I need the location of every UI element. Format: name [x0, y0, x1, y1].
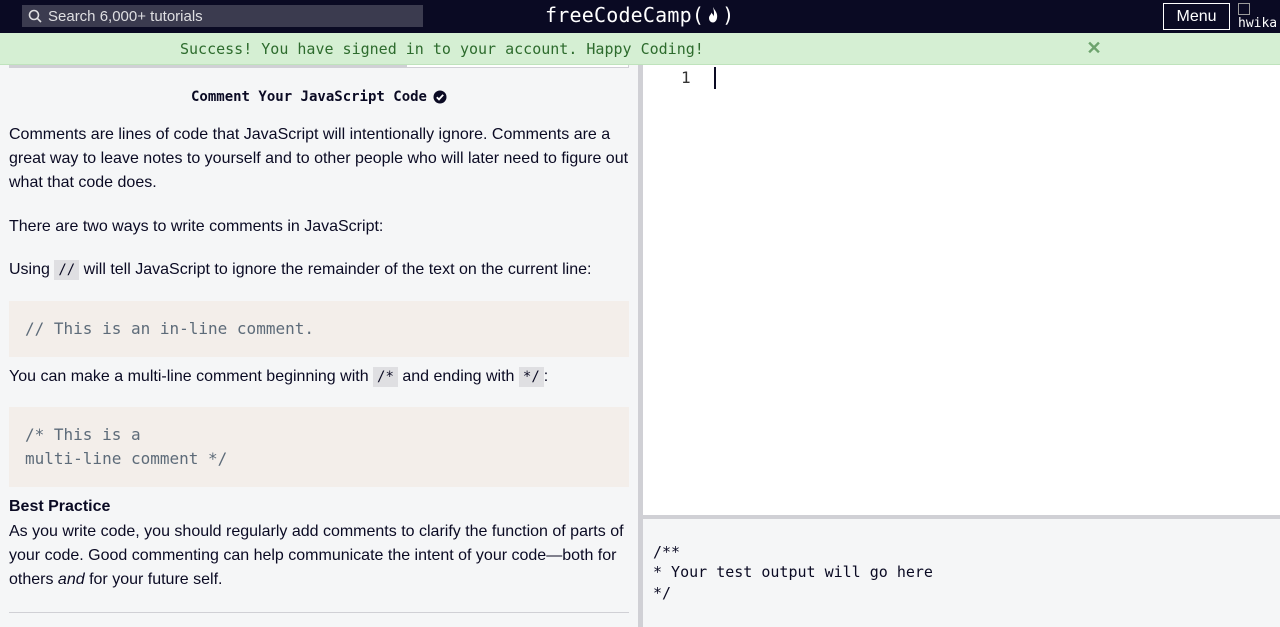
text-segment: You can make a multi-line comment beginn… [9, 368, 374, 385]
paragraph-inline-comment: Using // will tell JavaScript to ignore … [9, 258, 629, 282]
instructions-pane: Comment Your JavaScript Code Comments ar… [0, 65, 638, 627]
paragraph-intro: Comments are lines of code that JavaScri… [9, 126, 629, 191]
code-line: // This is an in-line comment. [25, 319, 314, 338]
best-practice-heading: Best Practice [9, 498, 111, 515]
code-line: /* This is a [25, 425, 141, 444]
close-icon[interactable]: ✕ [1086, 39, 1102, 57]
text-segment: and ending with [397, 368, 519, 385]
freecodecamp-logo[interactable]: freeCodeCamp( ) [545, 3, 734, 27]
divider [9, 612, 629, 613]
text-segment: Using [9, 261, 55, 278]
code-block-multiline: /* This is a multi-line comment */ [9, 407, 629, 487]
broken-image-icon [1238, 3, 1250, 15]
search-input[interactable] [48, 7, 408, 25]
paragraph-multiline-comment: You can make a multi-line comment beginn… [9, 365, 629, 389]
check-circle-icon [433, 90, 447, 104]
flame-icon [705, 5, 721, 25]
text-segment: : [543, 368, 549, 385]
brand-text-left: freeCodeCamp( [545, 3, 705, 27]
avatar[interactable]: hwika [1238, 3, 1280, 33]
inline-code: */ [518, 367, 544, 387]
search-bar[interactable] [22, 5, 423, 27]
test-output-panel: /** * Your test output will go here */ [643, 519, 1280, 627]
inline-code: // [54, 260, 80, 280]
tab-strip [9, 65, 629, 68]
output-line: * Your test output will go here [653, 563, 933, 581]
challenge-title-text: Comment Your JavaScript Code [190, 89, 427, 105]
brand-text-right: ) [722, 3, 735, 27]
flash-message-banner: Success! You have signed in to your acco… [0, 33, 1280, 65]
text-cursor [714, 67, 716, 89]
output-line: /** [653, 543, 681, 561]
output-line: */ [653, 584, 672, 602]
inline-code: /* [373, 367, 398, 387]
paragraph-two-ways: There are two ways to write comments in … [9, 218, 384, 235]
challenge-title: Comment Your JavaScript Code [0, 89, 638, 105]
code-editor[interactable]: 1 [643, 65, 1280, 515]
top-navbar: freeCodeCamp( ) Menu hwika [0, 0, 1280, 33]
text-segment: for your future self. [84, 571, 223, 588]
text-segment: will tell JavaScript to ignore the remai… [79, 261, 592, 278]
code-line: multi-line comment */ [25, 449, 228, 468]
search-icon [28, 9, 42, 23]
code-block-inline: // This is an in-line comment. [9, 301, 629, 357]
flash-message-text: Success! You have signed in to your acco… [180, 40, 704, 58]
line-number: 1 [681, 68, 691, 87]
tab-active[interactable] [10, 65, 407, 67]
avatar-alt-text: hwika [1238, 16, 1278, 31]
paragraph-best-practice: As you write code, you should regularly … [9, 520, 629, 592]
menu-button[interactable]: Menu [1163, 3, 1230, 30]
emphasis-text: and [57, 571, 85, 588]
